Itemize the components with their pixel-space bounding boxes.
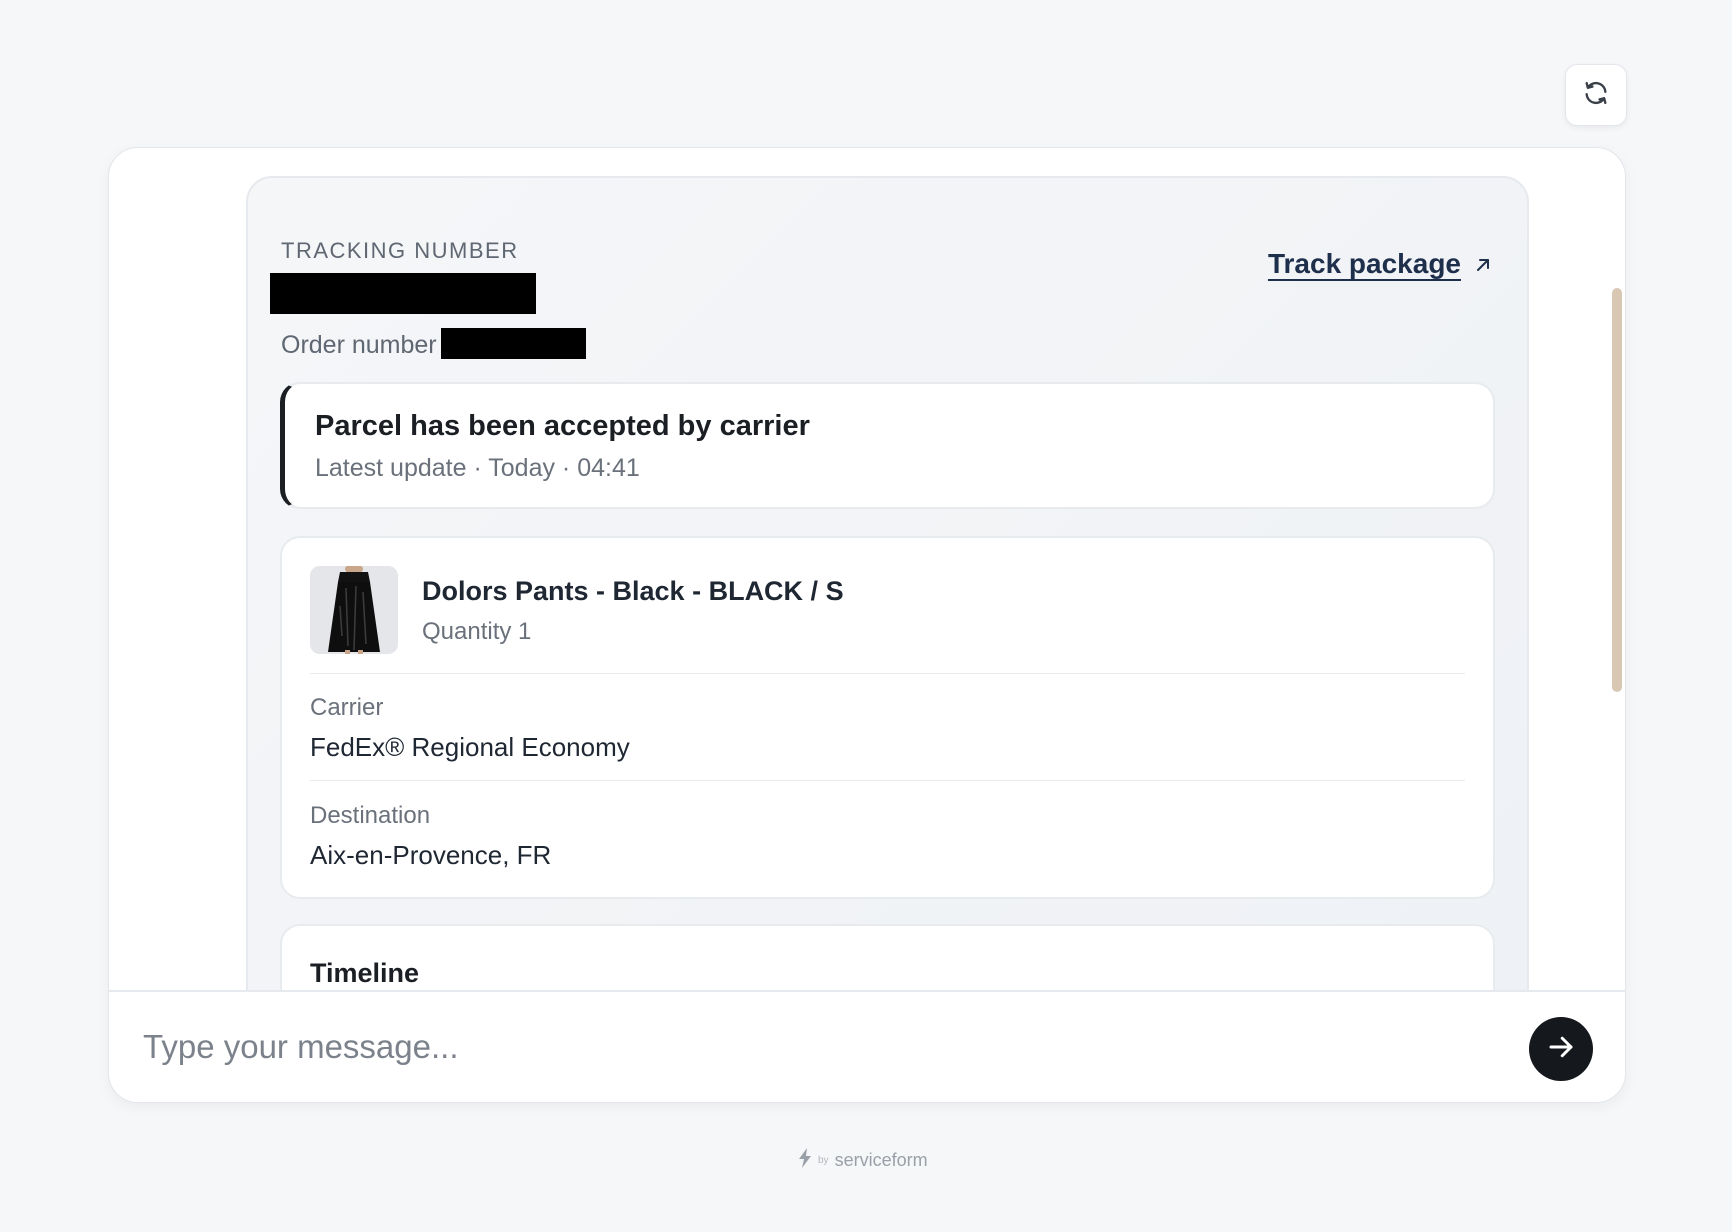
carrier-value: FedEx® Regional Economy [310,732,630,762]
status-title: Parcel has been accepted by carrier [315,410,810,442]
arrow-right-icon [1546,1032,1576,1067]
track-package-label: Track package [1267,248,1461,279]
status-card: Parcel has been accepted by carrier Late… [280,382,1495,509]
footer-brand-name: serviceform [834,1150,928,1170]
carrier-label: Carrier [310,694,384,721]
footer-by-text: by [818,1155,829,1166]
order-number-label: Order number [281,331,437,359]
chat-window: TRACKING NUMBER Order number Track packa… [108,147,1626,1103]
product-thumbnail [310,566,398,654]
divider [310,673,1465,674]
arrow-up-right-icon [1475,248,1491,280]
timeline-title: Timeline [310,958,420,988]
track-package-link[interactable]: Track package [1268,248,1491,280]
scrollbar-thumb[interactable] [1612,288,1622,692]
lightning-icon [798,1148,812,1173]
destination-label: Destination [310,802,431,829]
product-name: Dolors Pants - Black - BLACK / S [422,576,844,606]
message-input[interactable] [141,1014,1441,1080]
powered-by-footer[interactable]: by serviceform [798,1148,928,1173]
send-button[interactable] [1529,1017,1593,1081]
status-latest-update: Latest update · Today · 04:41 [315,454,640,482]
tracking-card: TRACKING NUMBER Order number Track packa… [246,176,1529,990]
message-composer [109,990,1625,1102]
order-number-redacted [441,328,586,359]
tracking-number-label: TRACKING NUMBER [281,238,519,263]
refresh-button[interactable] [1565,64,1627,126]
scrollbar[interactable] [1612,288,1622,692]
product-quantity: Quantity 1 [422,618,532,645]
divider [310,780,1465,781]
refresh-icon [1582,79,1610,112]
timeline-card: Timeline [280,924,1495,990]
shipment-details-card: Dolors Pants - Black - BLACK / S Quantit… [280,536,1495,899]
messages-area[interactable]: TRACKING NUMBER Order number Track packa… [109,148,1625,990]
destination-value: Aix-en-Provence, FR [310,840,552,870]
tracking-number-redacted [270,273,536,314]
